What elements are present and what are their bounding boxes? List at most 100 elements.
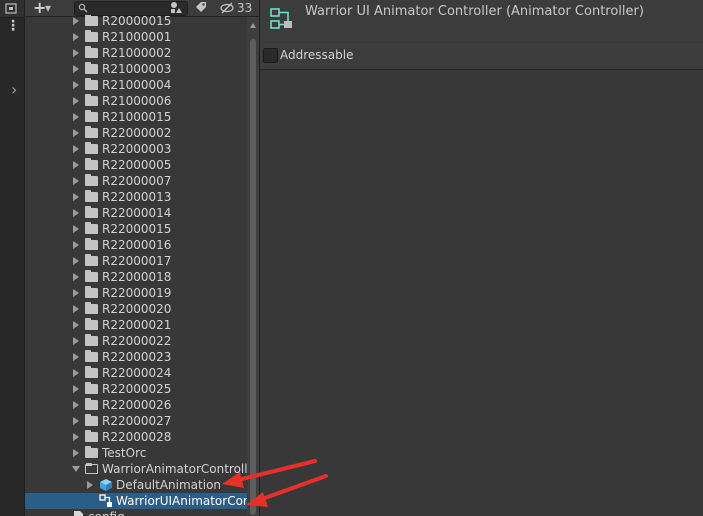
more-menu-icon[interactable]: ⋮ <box>6 18 20 34</box>
tree-folder-row[interactable]: TestOrc <box>25 445 247 461</box>
tree-item-label: R22000021 <box>102 318 172 332</box>
expand-arrow-icon[interactable] <box>73 97 79 105</box>
tree-folder-row[interactable]: R22000014 <box>25 205 247 221</box>
expand-arrow-icon[interactable] <box>73 17 79 25</box>
expand-arrow-icon[interactable] <box>73 353 79 361</box>
tree-folder-row[interactable]: R21000015 <box>25 109 247 125</box>
expand-arrow-icon[interactable] <box>73 193 79 201</box>
expand-arrow-icon[interactable] <box>73 289 79 297</box>
folder-icon <box>85 94 98 106</box>
folder-icon <box>85 142 98 154</box>
scroll-thumb[interactable] <box>250 39 256 515</box>
expand-arrow-icon[interactable] <box>73 305 79 313</box>
expand-arrow-icon[interactable] <box>73 65 79 73</box>
expand-arrow-icon[interactable] <box>73 433 79 441</box>
folder-icon <box>85 222 98 234</box>
hidden-packages-icon[interactable] <box>219 0 235 16</box>
tree-folder-row[interactable]: R21000003 <box>25 61 247 77</box>
expand-arrow-icon[interactable] <box>73 225 79 233</box>
left-strip-header <box>0 0 24 18</box>
expand-arrow-icon[interactable] <box>73 321 79 329</box>
tree-folder-row[interactable]: R22000017 <box>25 253 247 269</box>
folder-icon <box>85 78 98 90</box>
animator-controller-icon <box>99 494 112 507</box>
tree-item-label: R22000023 <box>102 350 172 364</box>
folder-icon <box>85 174 98 186</box>
folder-icon <box>85 398 98 410</box>
tree-folder-row[interactable]: R21000004 <box>25 77 247 93</box>
expand-arrow-icon[interactable] <box>73 369 79 377</box>
tree-item-label: R22000027 <box>102 414 172 428</box>
expand-arrow-icon[interactable] <box>73 177 79 185</box>
expand-arrow-icon[interactable] <box>73 241 79 249</box>
tree-item-label: R22000017 <box>102 254 172 268</box>
tree-folder-row[interactable]: R22000020 <box>25 301 247 317</box>
expand-arrow-icon[interactable] <box>73 273 79 281</box>
expand-arrow-icon[interactable] <box>73 337 79 345</box>
tree-asset-row[interactable]: WarriorUIAnimatorCont <box>25 493 247 509</box>
tree-folder-row[interactable]: WarriorAnimatorControlle <box>25 461 247 477</box>
expand-arrow-icon[interactable] <box>73 161 79 169</box>
expand-arrow-icon[interactable] <box>73 209 79 217</box>
tree-folder-row[interactable]: R22000027 <box>25 413 247 429</box>
tree-item-label: R21000001 <box>102 30 172 44</box>
folder-icon <box>85 270 98 282</box>
folder-icon <box>85 158 98 170</box>
folder-icon <box>85 286 98 298</box>
scroll-up-icon[interactable] <box>250 23 256 28</box>
filter-by-type-icon[interactable] <box>168 0 184 16</box>
tree-item-label: WarriorUIAnimatorCont <box>116 494 247 508</box>
tree-folder-row[interactable]: R22000026 <box>25 397 247 413</box>
tree-folder-row[interactable]: R22000023 <box>25 349 247 365</box>
lock-window-icon[interactable] <box>4 2 20 16</box>
expand-arrow-icon[interactable] <box>73 33 79 41</box>
expand-arrow-icon[interactable] <box>73 129 79 137</box>
expand-arrow-icon[interactable] <box>73 385 79 393</box>
expand-panel-icon[interactable]: › <box>11 80 17 99</box>
tree-item-label: R20000015 <box>102 15 172 28</box>
filter-by-label-icon[interactable] <box>193 0 209 16</box>
tree-folder-row[interactable]: R21000001 <box>25 29 247 45</box>
tree-item-label: R22000007 <box>102 174 172 188</box>
tree-folder-row[interactable]: R22000028 <box>25 429 247 445</box>
folder-icon <box>85 366 98 378</box>
tree-item-label: R22000025 <box>102 382 172 396</box>
tree-item-label: R21000015 <box>102 110 172 124</box>
tree-folder-row[interactable]: R21000002 <box>25 45 247 61</box>
expand-arrow-icon[interactable] <box>73 449 79 457</box>
folder-icon <box>85 15 98 26</box>
tree-folder-row[interactable]: R22000019 <box>25 285 247 301</box>
tree-folder-row[interactable]: R22000005 <box>25 157 247 173</box>
tree-item-label: R22000028 <box>102 430 172 444</box>
add-dropdown-arrow-icon[interactable]: ▾ <box>45 0 51 16</box>
folder-icon <box>85 382 98 394</box>
tree-folder-row[interactable]: R22000015 <box>25 221 247 237</box>
expand-arrow-icon[interactable] <box>73 81 79 89</box>
addressable-checkbox[interactable] <box>263 48 278 63</box>
tree-folder-row[interactable]: R22000021 <box>25 317 247 333</box>
tree-asset-row[interactable]: config <box>25 509 247 516</box>
tree-scrollbar[interactable] <box>247 17 259 516</box>
expand-arrow-icon[interactable] <box>73 49 79 57</box>
expand-arrow-icon[interactable] <box>73 417 79 425</box>
tree-folder-row[interactable]: R22000016 <box>25 237 247 253</box>
tree-folder-row[interactable]: R22000018 <box>25 269 247 285</box>
expand-arrow-icon[interactable] <box>87 481 93 489</box>
tree-folder-row[interactable]: R21000006 <box>25 93 247 109</box>
expand-arrow-icon[interactable] <box>73 401 79 409</box>
tree-folder-row[interactable]: R22000025 <box>25 381 247 397</box>
tree-folder-row[interactable]: R22000024 <box>25 365 247 381</box>
tree-folder-row[interactable]: R22000013 <box>25 189 247 205</box>
tree-folder-row[interactable]: R22000022 <box>25 333 247 349</box>
folder-icon <box>85 126 98 138</box>
addressable-label: Addressable <box>280 48 354 62</box>
tree-asset-row[interactable]: DefaultAnimation <box>25 477 247 493</box>
expand-arrow-icon[interactable] <box>73 257 79 265</box>
tree-folder-row[interactable]: R22000003 <box>25 141 247 157</box>
tree-folder-row[interactable]: R22000007 <box>25 173 247 189</box>
expand-arrow-icon[interactable] <box>73 113 79 121</box>
tree-folder-row[interactable]: R22000002 <box>25 125 247 141</box>
expand-arrow-icon[interactable] <box>73 145 79 153</box>
tree-folder-row[interactable]: R20000015 <box>25 15 247 29</box>
collapse-arrow-icon[interactable] <box>72 466 80 472</box>
